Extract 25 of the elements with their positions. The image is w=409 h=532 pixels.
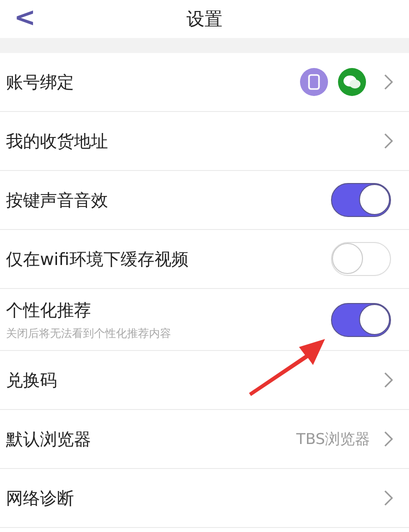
chevron-icon <box>384 133 393 149</box>
phone-icon <box>300 68 328 96</box>
row-label: 我的收货地址 <box>6 130 109 152</box>
chevron-icon <box>384 490 393 506</box>
row-value: TBS浏览器 <box>296 430 370 448</box>
toggle-switch[interactable] <box>331 302 391 336</box>
row-subtitle: 关闭后将无法看到个性化推荐内容 <box>6 326 172 340</box>
row-label: 网络诊断 <box>6 488 75 510</box>
page-title: 设置 <box>186 8 222 31</box>
chevron-icon <box>384 74 393 90</box>
settings-row[interactable]: 网络诊断 <box>0 469 409 528</box>
toggle-switch[interactable] <box>331 183 391 217</box>
chat-bubbles-icon <box>338 68 366 96</box>
chevron-icon <box>384 372 393 388</box>
settings-row[interactable]: 我的收货地址 <box>0 112 409 171</box>
row-label: 账号绑定 <box>6 72 75 94</box>
row-label: 个性化推荐 <box>6 300 92 322</box>
settings-row[interactable]: 账号绑定 <box>0 53 409 112</box>
row-label: 仅在wifi环境下缓存视频 <box>6 248 190 270</box>
row-label: 兑换码 <box>6 370 58 392</box>
row-label: 按键声音音效 <box>6 190 109 212</box>
back-button[interactable]: < <box>10 4 40 32</box>
chevron-icon <box>384 431 393 447</box>
settings-row[interactable]: 默认浏览器 TBS浏览器 <box>0 410 409 469</box>
row-label: 默认浏览器 <box>6 428 92 450</box>
